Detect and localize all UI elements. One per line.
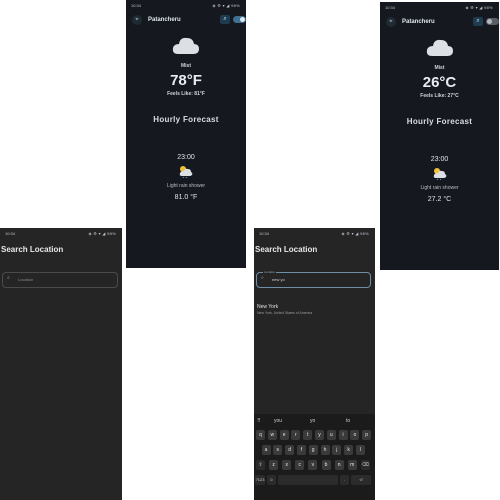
- toggle-knob: [487, 19, 492, 24]
- cloud-icon: [426, 39, 453, 56]
- location-pin-icon[interactable]: ⌖: [132, 15, 142, 25]
- search-button[interactable]: ⌕: [473, 17, 483, 26]
- status-icons: ◈ ⚙ ▾ ◢ 98%: [88, 231, 116, 236]
- rain-cloud-icon: [179, 166, 193, 178]
- location-search-input[interactable]: Location ⌕ new yo: [256, 270, 371, 288]
- forecast-hour: 23:00: [430, 156, 449, 163]
- key-r[interactable]: r: [291, 430, 301, 440]
- top-bar: ⌖ Patancheru ⌕: [380, 12, 499, 34]
- location-pin-icon[interactable]: ⌖: [386, 17, 396, 27]
- condition-text: Mist: [434, 65, 445, 71]
- temperature: 78°F: [170, 72, 202, 89]
- key-space[interactable]: [278, 475, 338, 485]
- key-g[interactable]: g: [308, 445, 318, 455]
- key-symbols[interactable]: ?123: [255, 475, 265, 485]
- result-item-detail[interactable]: New York, United States of America: [257, 311, 312, 315]
- key-f[interactable]: f: [296, 445, 306, 455]
- cloud-icon: [172, 37, 199, 54]
- key-z[interactable]: z: [269, 460, 279, 470]
- key-c[interactable]: c: [295, 460, 305, 470]
- weather-screen-celsius: 10:34 ◈ ⚙ ▾ ◢ 98% ⌖ Patancheru ⌕ Mist 26…: [380, 2, 499, 270]
- status-bar: 10:34 ◈ ⚙ ▾ ◢ 98%: [380, 2, 499, 12]
- status-bar: 10:34 ◈ ⚙ ▾ ◢ 98%: [254, 228, 375, 238]
- key-q[interactable]: q: [256, 430, 265, 440]
- search-title: Search Location: [1, 245, 64, 254]
- hourly-forecast-title: Hourly Forecast: [153, 115, 219, 124]
- on-screen-keyboard: ⠿ you yo to q w e r t y u i o p a s d f g h j k l ⇧ z x c v b n m ⌫…: [254, 414, 375, 500]
- key-o[interactable]: o: [350, 430, 360, 440]
- unit-toggle[interactable]: [233, 16, 246, 23]
- status-icons: ◈ ⚙ ▾ ◢ 98%: [465, 5, 493, 10]
- location-search-input[interactable]: ⌕ Location: [2, 272, 118, 288]
- key-t[interactable]: t: [303, 430, 313, 440]
- status-time: 10:34: [259, 231, 270, 236]
- feels-like: Feels Like: 81°F: [167, 91, 205, 97]
- key-n[interactable]: n: [334, 460, 344, 470]
- search-icon: ⌕: [476, 18, 480, 24]
- hourly-forecast-title: Hourly Forecast: [406, 117, 473, 126]
- status-icons: ◈ ⚙ ▾ ◢ 98%: [341, 231, 369, 236]
- status-bar: 10:34 ◈ ⚙ ▾ ◢ 98%: [126, 0, 246, 10]
- temperature: 26°C: [422, 74, 457, 91]
- key-s[interactable]: s: [273, 445, 283, 455]
- key-y[interactable]: y: [315, 430, 324, 440]
- key-enter[interactable]: ⏎: [351, 475, 371, 485]
- toggle-knob: [240, 17, 245, 22]
- weather-screen-fahrenheit: 10:34 ◈ ⚙ ▾ ◢ 98% ⌖ Patancheru ⌕ Mist 78…: [126, 0, 246, 268]
- status-time: 10:34: [5, 231, 16, 236]
- key-e[interactable]: e: [279, 430, 289, 440]
- key-backspace[interactable]: ⌫: [360, 460, 370, 470]
- forecast-hour: 23:00: [177, 154, 195, 161]
- search-icon: ⌕: [261, 275, 264, 281]
- key-m[interactable]: m: [347, 460, 357, 470]
- city-name: Patancheru: [402, 19, 435, 25]
- search-title: Search Location: [255, 245, 318, 254]
- key-i[interactable]: i: [338, 430, 348, 440]
- search-screen-typed: 10:34 ◈ ⚙ ▾ ◢ 98% Search Location Locati…: [254, 228, 375, 500]
- key-l[interactable]: l: [355, 445, 365, 455]
- forecast-temperature: 27.2 °C: [427, 196, 452, 203]
- suggestion-1[interactable]: you: [274, 418, 282, 424]
- rain-cloud-icon: [433, 168, 446, 180]
- suggestion-3[interactable]: to: [346, 418, 350, 424]
- suggestion-2[interactable]: yo: [310, 418, 315, 424]
- key-k[interactable]: k: [344, 445, 354, 455]
- key-u[interactable]: u: [326, 430, 336, 440]
- key-v[interactable]: v: [308, 460, 318, 470]
- key-h[interactable]: h: [320, 445, 330, 455]
- key-p[interactable]: p: [362, 430, 372, 440]
- city-name: Patancheru: [148, 17, 181, 23]
- key-d[interactable]: d: [285, 445, 295, 455]
- forecast-description: Light rain shower: [420, 185, 459, 191]
- status-time: 10:34: [131, 3, 142, 8]
- status-icons: ◈ ⚙ ▾ ◢ 98%: [212, 3, 240, 8]
- result-item-name[interactable]: New York: [257, 304, 278, 310]
- key-b[interactable]: b: [321, 460, 331, 470]
- unit-toggle[interactable]: [486, 18, 499, 25]
- status-time: 10:34: [385, 5, 396, 10]
- status-bar: 10:34 ◈ ⚙ ▾ ◢ 98%: [0, 228, 122, 238]
- key-a[interactable]: a: [261, 445, 271, 455]
- keyboard-menu-icon[interactable]: ⠿: [257, 418, 261, 424]
- search-icon: ⌕: [223, 16, 227, 22]
- search-screen-empty: 10:34 ◈ ⚙ ▾ ◢ 98% Search Location ⌕ Loca…: [0, 228, 122, 500]
- key-emoji[interactable]: ☺: [267, 475, 276, 485]
- search-icon: ⌕: [7, 275, 10, 281]
- key-shift[interactable]: ⇧: [256, 460, 265, 470]
- search-placeholder: Location: [18, 277, 34, 282]
- key-j[interactable]: j: [332, 445, 342, 455]
- condition-text: Mist: [181, 63, 191, 69]
- key-w[interactable]: w: [267, 430, 277, 440]
- top-bar: ⌖ Patancheru ⌕: [126, 10, 246, 32]
- feels-like: Feels Like: 27°C: [420, 93, 459, 99]
- search-button[interactable]: ⌕: [220, 15, 230, 24]
- forecast-temperature: 81.0 °F: [174, 194, 198, 201]
- key-period[interactable]: .: [340, 475, 349, 485]
- forecast-description: Light rain shower: [166, 183, 206, 189]
- key-x[interactable]: x: [282, 460, 292, 470]
- search-field-label: Location: [263, 270, 277, 274]
- search-value: new yo: [272, 277, 285, 282]
